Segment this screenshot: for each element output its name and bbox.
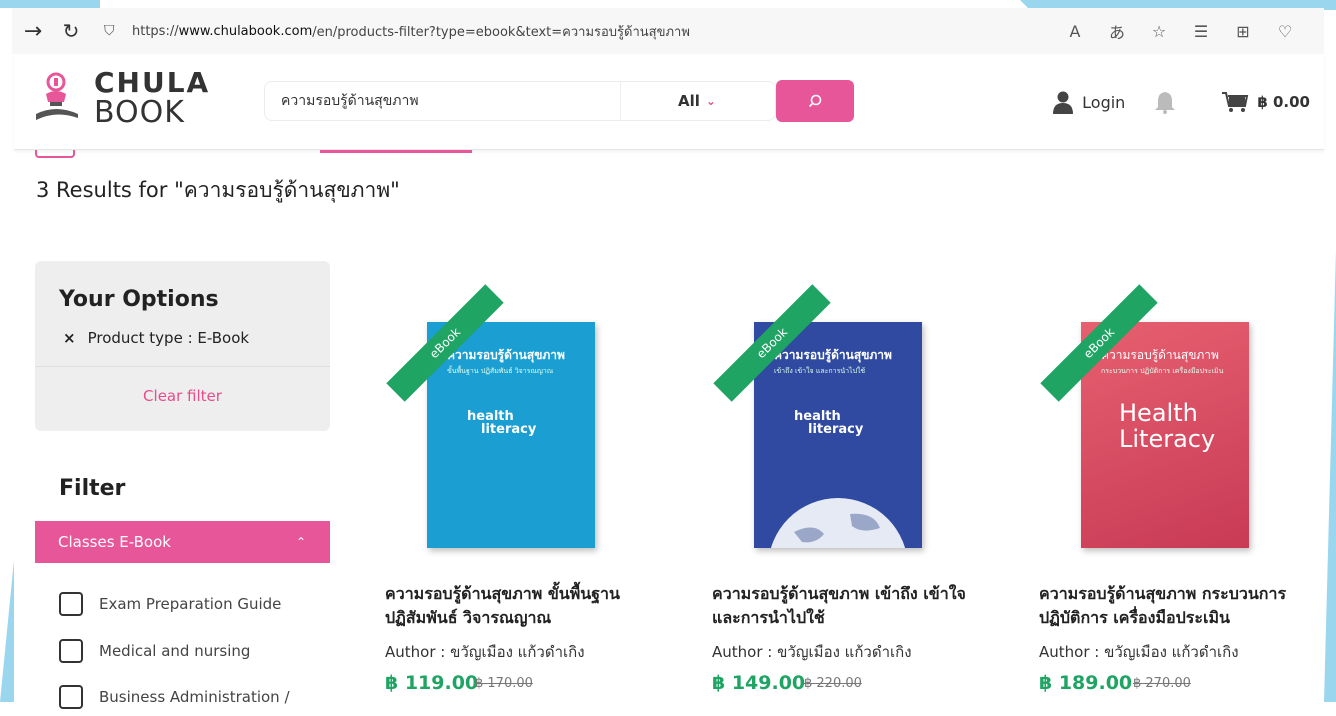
forward-icon[interactable]: →: [16, 14, 50, 48]
book-cover-image: ความรอบรู้ด้านสุขภาพ เข้าถึง เข้าใจ และก…: [754, 322, 922, 548]
product-author: Author : ขวัญเมือง แก้วดำเกิง: [712, 643, 912, 661]
chulabook-logo[interactable]: CHULA BOOK: [34, 68, 210, 128]
frame-decoration-right: [1324, 250, 1336, 702]
bell-icon[interactable]: [1151, 88, 1179, 116]
translate-icon[interactable]: あ: [1096, 14, 1138, 48]
product-author: Author : ขวัญเมือง แก้วดำเกิง: [1039, 643, 1239, 661]
cover-health-line2: Literacy: [1119, 425, 1216, 453]
active-filter-label: Product type : E-Book: [87, 329, 250, 347]
url-host: www.chulabook.com: [178, 23, 313, 39]
filter-option-exam-prep[interactable]: Exam Preparation Guide: [59, 592, 281, 616]
cart-button[interactable]: ฿ 0.00: [1221, 90, 1310, 114]
cover-title: ความรอบรู้ด้านสุขภาพ: [447, 348, 565, 362]
options-divider: [35, 366, 330, 367]
search-bar: All ⌄: [264, 81, 776, 121]
checkbox[interactable]: [59, 639, 83, 663]
browser-toolbar: → ↻ ⛉ https://www.chulabook.com/en/produ…: [12, 8, 1324, 54]
product-price: ฿ 119.00: [385, 672, 479, 694]
product-old-price: ฿ 170.00: [475, 676, 533, 691]
filter-option-label: Business Administration /: [99, 688, 290, 706]
login-button[interactable]: Login: [1052, 90, 1125, 114]
filter-option-label: Medical and nursing: [99, 642, 251, 660]
category-dropdown[interactable]: All ⌄: [621, 82, 773, 120]
remove-filter-icon[interactable]: ×: [63, 329, 76, 347]
user-icon: [1053, 91, 1074, 114]
refresh-icon[interactable]: ↻: [54, 14, 88, 48]
lock-icon: ⛉: [104, 23, 115, 39]
search-input[interactable]: [265, 82, 621, 120]
url-path: /en/products-filter?type=ebook&text=ความ…: [312, 24, 690, 40]
product-cover[interactable]: ความรอบรู้ด้านสุขภาพ กระบวนการ ปฏิบัติกา…: [1039, 284, 1269, 560]
your-options-panel: Your Options × Product type : E-Book Cle…: [35, 261, 330, 431]
product-author: Author : ขวัญเมือง แก้วดำเกิง: [385, 643, 585, 661]
logo-text-top: CHULA: [94, 66, 211, 99]
hidden-tab-edge: [320, 150, 472, 153]
cover-health-line1: Health: [1119, 399, 1198, 427]
lamp-logo-icon: [36, 72, 78, 120]
filter-panel: Filter Classes E-Book ⌃ Exam Preparation…: [35, 456, 330, 716]
filter-option-medical-nursing[interactable]: Medical and nursing: [59, 639, 250, 663]
cart-icon: [1222, 92, 1249, 112]
read-aloud-icon[interactable]: A: [1054, 14, 1096, 48]
clear-filter-link[interactable]: Clear filter: [35, 387, 330, 405]
checkbox[interactable]: [59, 685, 83, 709]
cart-total: ฿ 0.00: [1257, 93, 1310, 111]
product-old-price: ฿ 220.00: [804, 676, 862, 691]
product-cover[interactable]: ความรอบรู้ด้านสุขภาพ เข้าถึง เข้าใจ และก…: [712, 284, 942, 560]
cover-health-word: Health Literacy: [1119, 400, 1215, 452]
classes-ebook-label: Classes E-Book: [58, 533, 171, 551]
active-filter-chip[interactable]: × Product type : E-Book: [63, 329, 249, 347]
chevron-down-icon: ⌄: [705, 94, 716, 108]
health-icon[interactable]: ♡: [1264, 14, 1306, 48]
address-bar[interactable]: ⛉ https://www.chulabook.com/en/products-…: [104, 14, 804, 48]
book-cover-image: ความรอบรู้ด้านสุขภาพ ขั้นพื้นฐาน ปฏิสัมพ…: [427, 322, 595, 548]
collections-icon[interactable]: ⊞: [1222, 14, 1264, 48]
filter-option-label: Exam Preparation Guide: [99, 595, 282, 613]
product-cover[interactable]: ความรอบรู้ด้านสุขภาพ ขั้นพื้นฐาน ปฏิสัมพ…: [385, 284, 615, 560]
logo-text-bottom: BOOK: [94, 95, 185, 130]
product-price: ฿ 149.00: [712, 672, 806, 694]
cover-subtitle: เข้าถึง เข้าใจ และการนำไปใช้: [774, 367, 866, 375]
cover-health-word: health literacy: [794, 410, 863, 436]
filter-option-business-admin[interactable]: Business Administration /: [59, 685, 290, 709]
site-header: CHULA BOOK All ⌄ Login: [14, 54, 1324, 150]
globe-illustration: [770, 498, 906, 548]
hidden-toolbar-edge: [35, 150, 75, 158]
checkbox[interactable]: [59, 592, 83, 616]
cover-health-line2: literacy: [808, 422, 864, 437]
login-label: Login: [1082, 92, 1126, 112]
classes-ebook-accordion[interactable]: Classes E-Book ⌃: [35, 521, 330, 563]
book-cover-image: ความรอบรู้ด้านสุขภาพ กระบวนการ ปฏิบัติกา…: [1081, 322, 1249, 548]
product-title[interactable]: ความรอบรู้ด้านสุขภาพ ขั้นพื้นฐาน ปฏิสัมพ…: [385, 582, 645, 630]
cover-health-word: health literacy: [467, 410, 536, 436]
results-heading: 3 Results for "ความรอบรู้ด้านสุขภาพ": [36, 178, 400, 202]
cover-title: ความรอบรู้ด้านสุขภาพ: [774, 348, 892, 362]
url-prefix: https://: [132, 23, 179, 39]
favorites-icon[interactable]: ☰: [1180, 14, 1222, 48]
chevron-up-icon: ⌃: [295, 535, 306, 549]
search-icon: [808, 94, 822, 108]
add-favorite-icon[interactable]: ☆: [1138, 14, 1180, 48]
filter-heading: Filter: [59, 476, 126, 501]
your-options-heading: Your Options: [59, 287, 219, 312]
category-label: All: [678, 92, 700, 110]
cover-subtitle: ขั้นพื้นฐาน ปฏิสัมพันธ์ วิจารณญาณ: [447, 367, 554, 375]
cover-health-line2: literacy: [481, 422, 537, 437]
product-title[interactable]: ความรอบรู้ด้านสุขภาพ กระบวนการ ปฏิบัติกา…: [1039, 582, 1299, 630]
product-title[interactable]: ความรอบรู้ด้านสุขภาพ เข้าถึง เข้าใจ และก…: [712, 582, 972, 630]
product-price: ฿ 189.00: [1039, 672, 1133, 694]
product-old-price: ฿ 270.00: [1133, 676, 1191, 691]
cover-subtitle: กระบวนการ ปฏิบัติการ เครื่องมือประเมิน: [1101, 367, 1224, 375]
frame-decoration-left: [0, 560, 14, 702]
search-button[interactable]: [776, 80, 854, 122]
cover-title: ความรอบรู้ด้านสุขภาพ: [1101, 348, 1219, 362]
